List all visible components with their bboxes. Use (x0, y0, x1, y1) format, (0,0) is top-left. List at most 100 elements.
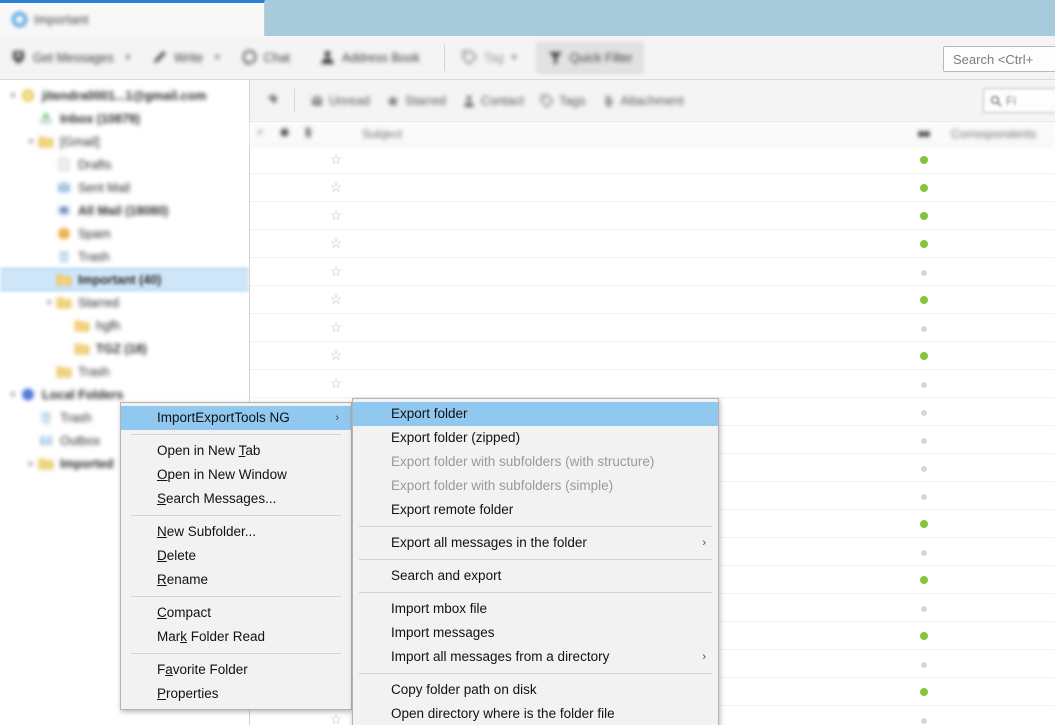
status-cell[interactable] (903, 320, 945, 335)
status-cell[interactable] (903, 208, 945, 223)
column-subject-header[interactable]: Subject (352, 127, 903, 141)
star-toggle[interactable]: ☆ (320, 208, 352, 223)
menu-item[interactable]: Rename (121, 568, 351, 592)
folder-row[interactable]: Spam (0, 222, 249, 245)
status-cell[interactable] (903, 180, 945, 195)
quick-filter-pin-button[interactable] (256, 87, 287, 114)
star-toggle[interactable]: ☆ (320, 292, 352, 307)
message-row[interactable]: ☆ (250, 230, 1055, 258)
status-cell[interactable] (903, 264, 945, 279)
menu-item[interactable]: Copy folder path on disk (353, 678, 718, 702)
folder-row[interactable]: Sent Mail (0, 176, 249, 199)
star-toggle[interactable]: ☆ (320, 712, 352, 725)
folder-row[interactable]: Drafts (0, 153, 249, 176)
menu-item[interactable]: Delete (121, 544, 351, 568)
twisty-expanded-icon[interactable]: ▾ (6, 390, 20, 399)
twisty-expanded-icon[interactable]: ▾ (42, 298, 56, 307)
message-row[interactable]: ☆ (250, 258, 1055, 286)
star-toggle[interactable]: ☆ (320, 320, 352, 335)
global-search[interactable]: Search <Ctrl+ (943, 46, 1055, 72)
filter-starred-button[interactable]: Starred (378, 87, 454, 114)
filter-search-input[interactable]: Fi (983, 88, 1055, 113)
get-messages-button[interactable]: Get Messages (1, 43, 123, 73)
status-cell[interactable] (903, 712, 945, 725)
menu-item[interactable]: Compact (121, 601, 351, 625)
star-toggle[interactable]: ☆ (320, 376, 352, 391)
menu-item[interactable]: Favorite Folder (121, 658, 351, 682)
folder-row[interactable]: TGZ (18) (0, 337, 249, 360)
column-status-header[interactable] (903, 127, 945, 141)
column-thread-header[interactable] (250, 127, 272, 141)
search-input[interactable]: Search <Ctrl+ (943, 46, 1055, 72)
folder-row[interactable]: ▾ jitendra0001...1@gmail.com (0, 84, 249, 107)
star-toggle[interactable]: ☆ (320, 180, 352, 195)
menu-item[interactable]: Export folder (353, 402, 718, 426)
menu-item[interactable]: Search and export (353, 564, 718, 588)
message-row[interactable]: ☆ (250, 370, 1055, 398)
message-row[interactable]: ☆ (250, 342, 1055, 370)
filter-contact-button[interactable]: Contact (454, 87, 532, 114)
menu-item[interactable]: Open directory where is the folder file (353, 702, 718, 725)
write-chevron-down-icon[interactable]: ▾ (215, 52, 220, 63)
write-button[interactable]: Write (142, 43, 212, 73)
quick-filter-button[interactable]: Quick Filter (536, 42, 643, 73)
menu-item[interactable]: ImportExportTools NG › (121, 406, 351, 430)
status-cell[interactable] (903, 292, 945, 307)
folder-row[interactable]: ▾ Starred (0, 291, 249, 314)
status-cell[interactable] (903, 488, 945, 503)
message-row[interactable]: ☆ (250, 174, 1055, 202)
status-cell[interactable] (903, 236, 945, 251)
tab-important[interactable]: Important (0, 3, 264, 36)
menu-item[interactable]: Open in New Tab (121, 439, 351, 463)
message-row[interactable]: ☆ (250, 146, 1055, 174)
menu-item[interactable]: Export all messages in the folder › (353, 531, 718, 555)
status-cell[interactable] (903, 628, 945, 643)
status-cell[interactable] (903, 656, 945, 671)
status-cell[interactable] (903, 152, 945, 167)
folder-row[interactable]: ▾ [Gmail] (0, 130, 249, 153)
chat-button[interactable]: Chat (232, 43, 299, 73)
folder-row[interactable]: Trash (0, 360, 249, 383)
status-cell[interactable] (903, 572, 945, 587)
menu-item[interactable]: Properties (121, 682, 351, 706)
filter-unread-button[interactable]: Unread (302, 87, 378, 114)
star-toggle[interactable]: ☆ (320, 236, 352, 251)
status-cell[interactable] (903, 600, 945, 615)
menu-item[interactable]: Import all messages from a directory › (353, 645, 718, 669)
folder-row[interactable]: Important (40) (0, 268, 249, 291)
menu-item[interactable]: Export remote folder (353, 498, 718, 522)
twisty-collapsed-icon[interactable]: ▸ (24, 459, 38, 468)
address-book-button[interactable]: Address Book (310, 43, 429, 73)
column-read-header[interactable] (272, 127, 296, 141)
star-toggle[interactable]: ☆ (320, 264, 352, 279)
column-correspondents-header[interactable]: Correspondents (945, 127, 1055, 141)
status-cell[interactable] (903, 460, 945, 475)
star-toggle[interactable]: ☆ (320, 348, 352, 363)
status-cell[interactable] (903, 404, 945, 419)
tag-chevron-down-icon[interactable]: ▾ (512, 52, 517, 63)
twisty-expanded-icon[interactable]: ▾ (24, 137, 38, 146)
folder-row[interactable]: Inbox (10879) (0, 107, 249, 130)
menu-item[interactable]: Export folder (zipped) (353, 426, 718, 450)
menu-item[interactable]: Mark Folder Read (121, 625, 351, 649)
status-cell[interactable] (903, 544, 945, 559)
column-attachment-header[interactable] (296, 126, 320, 141)
tag-button[interactable]: Tag ▾ (452, 43, 526, 73)
filter-attachment-button[interactable]: Attachment (594, 87, 692, 114)
star-toggle[interactable]: ☆ (320, 152, 352, 167)
message-row[interactable]: ☆ (250, 286, 1055, 314)
get-messages-chevron-down-icon[interactable]: ▾ (126, 52, 131, 63)
menu-item[interactable]: Import mbox file (353, 597, 718, 621)
folder-row[interactable]: All Mail (18080) (0, 199, 249, 222)
menu-item[interactable]: New Subfolder... (121, 520, 351, 544)
folder-row[interactable]: Trash (0, 245, 249, 268)
message-row[interactable]: ☆ (250, 202, 1055, 230)
message-row[interactable]: ☆ (250, 314, 1055, 342)
twisty-expanded-icon[interactable]: ▾ (6, 91, 20, 100)
status-cell[interactable] (903, 376, 945, 391)
status-cell[interactable] (903, 684, 945, 699)
status-cell[interactable] (903, 432, 945, 447)
menu-item[interactable]: Search Messages... (121, 487, 351, 511)
menu-item[interactable]: Import messages (353, 621, 718, 645)
filter-tags-button[interactable]: Tags (532, 87, 593, 114)
